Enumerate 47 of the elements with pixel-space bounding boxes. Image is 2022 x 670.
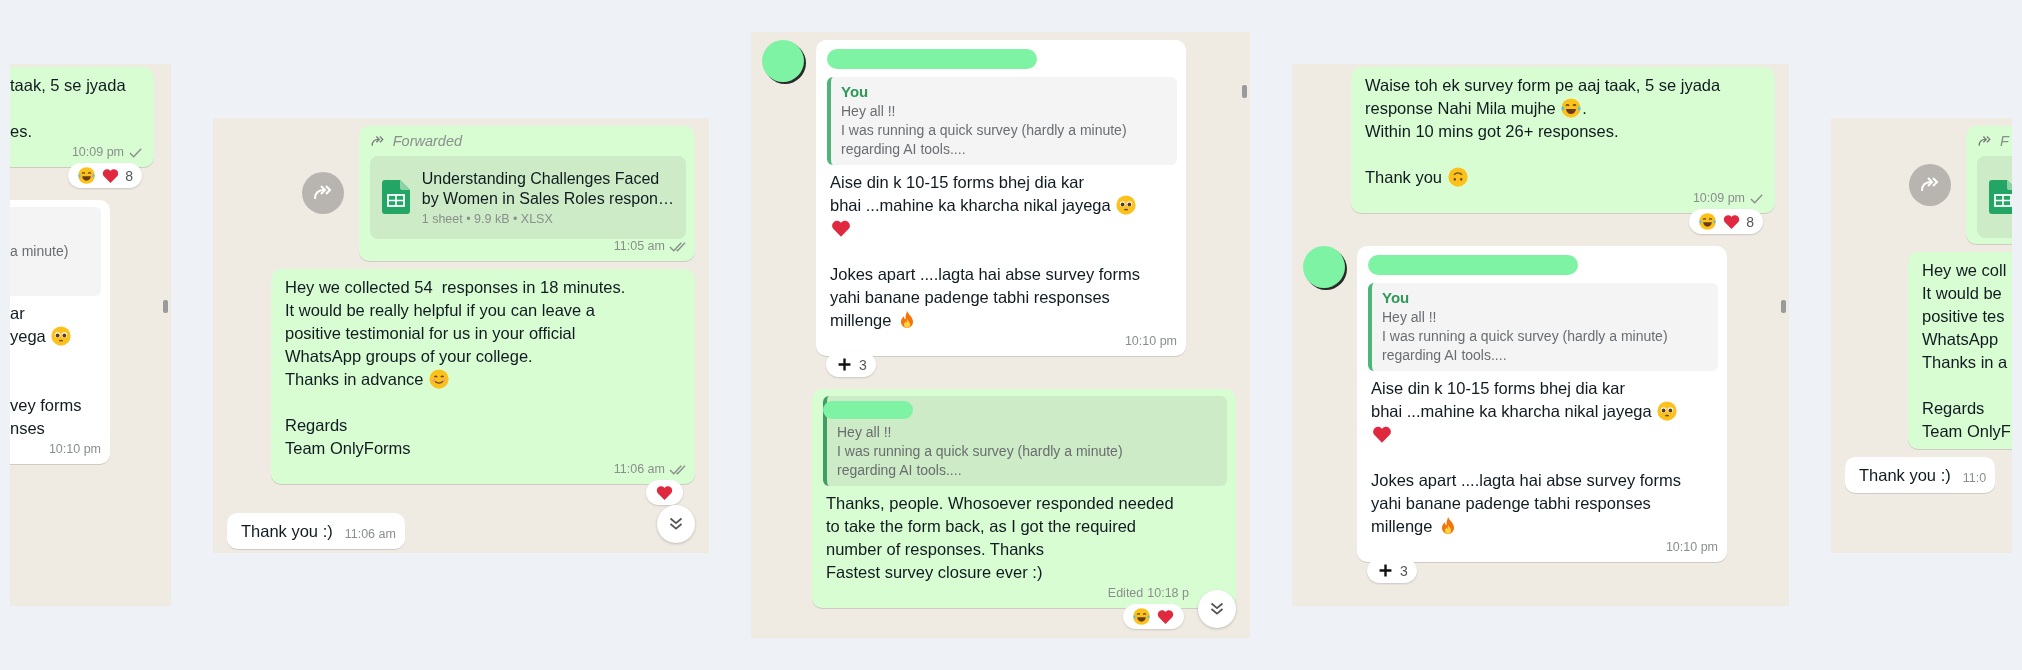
file-attachment[interactable]: Understanding Challenges Faced by Women in Sales Roles respon… 1 sheet • 9.9 kB • XLSX — [369, 155, 686, 239]
forwarded-label: F — [2000, 133, 2009, 149]
quote-text: a minute) — [10, 241, 70, 261]
quoted-message[interactable]: a minute) — [10, 207, 101, 296]
message-text: ar yega vey forms nses — [10, 303, 82, 439]
reactions-pill[interactable] — [1123, 604, 1184, 629]
reaction-count: 3 — [1400, 562, 1408, 579]
reactions-pill[interactable]: 8 — [68, 163, 142, 188]
message-time: 10:09 pm — [71, 145, 124, 160]
reaction-count: 8 — [125, 167, 133, 184]
reactions-pill[interactable]: 3 — [826, 352, 876, 377]
message-time: 10:10 pm — [48, 442, 101, 457]
reaction-count: 8 — [1746, 213, 1754, 230]
reactions-pill[interactable]: 8 — [1689, 209, 1763, 234]
reaction-count: 3 — [859, 356, 867, 373]
message-time: 10:10 pm — [1124, 334, 1177, 349]
message-text: taak, 5 se jyada es. — [10, 75, 126, 142]
message-text: Thanks, people. Whosoever responded needed to take the form back, as I got the required number of responses. Thanks Fastest survey closure ever :) — [825, 493, 1174, 583]
file-details: 1 sheet • 9.9 kB • XLSX — [421, 211, 554, 226]
reactions-pill[interactable]: 3 — [1367, 558, 1417, 583]
message-text: Thank you :) — [1858, 464, 1951, 486]
message-time: 11:05 am — [613, 238, 665, 254]
scroll-down-button[interactable] — [657, 504, 695, 543]
quote-author: You — [841, 82, 870, 102]
message-time: 10:18 p — [1147, 586, 1189, 601]
quote-text: Hey all !! I was running a quick survey (hardly a minute) regarding AI tools.... — [1382, 308, 1669, 365]
edited-label: Edited — [1107, 586, 1144, 601]
message-text: Hey we coll It would be positive tes WhatsApp Thanks in a Regards Team OnlyF — [1921, 259, 2011, 442]
quote-author: You — [1382, 288, 1411, 308]
message-time: 11:06 am — [613, 461, 665, 477]
quote-text: Hey all !! I was running a quick survey (hardly a minute) regarding AI tools.... — [837, 423, 1124, 480]
message-text: Aise din k 10-15 forms bhej dia kar bhai ...mahine ka kharcha nikal jayega Jokes apart ....lagta hai abse survey forms yahi banane padenge tabhi responses millenge — [829, 172, 1140, 332]
message-text: Waise toh ek survey form pe aaj taak, 5 se jyada response Nahi Mila mujhe . Within 10 mins got 26+ responses. Thank you — [1364, 75, 1721, 189]
quoted-message[interactable]: You Hey all !! I was running a quick survey (hardly a minute) regarding AI tools.... — [827, 77, 1177, 165]
message-time: 10:10 pm — [1665, 540, 1718, 555]
file-name: Understanding Challenges Faced by Women in Sales Roles respon… — [421, 168, 674, 209]
message-time: 11:06 am — [344, 526, 396, 542]
message-time: 10:09 pm — [1692, 191, 1745, 206]
scroll-down-button[interactable] — [1198, 590, 1236, 628]
message-text: Thank you :) — [240, 520, 333, 542]
message-text: Aise din k 10-15 forms bhej dia kar bhai ...mahine ka kharcha nikal jayega Jokes apart ....lagta hai abse survey forms yahi banane padenge tabhi responses millenge — [1370, 378, 1681, 538]
message-text: Hey we collected 54 responses in 18 minutes. It would be really helpful if you can leave a positive testimonial for us in your official WhatsApp groups of your college. Thanks in advance Regards Team OnlyForms — [284, 276, 626, 459]
message-time: 11:0 — [1962, 470, 1987, 486]
quote-text: Hey all !! I was running a quick survey (hardly a minute) regarding AI tools.... — [841, 102, 1128, 159]
quoted-message[interactable]: You Hey all !! I was running a quick survey (hardly a minute) regarding AI tools.... — [1368, 283, 1718, 371]
quoted-message[interactable]: Hey all !! I was running a quick survey (hardly a minute) regarding AI tools.... — [823, 396, 1227, 486]
forwarded-label: Forwarded — [392, 133, 463, 149]
